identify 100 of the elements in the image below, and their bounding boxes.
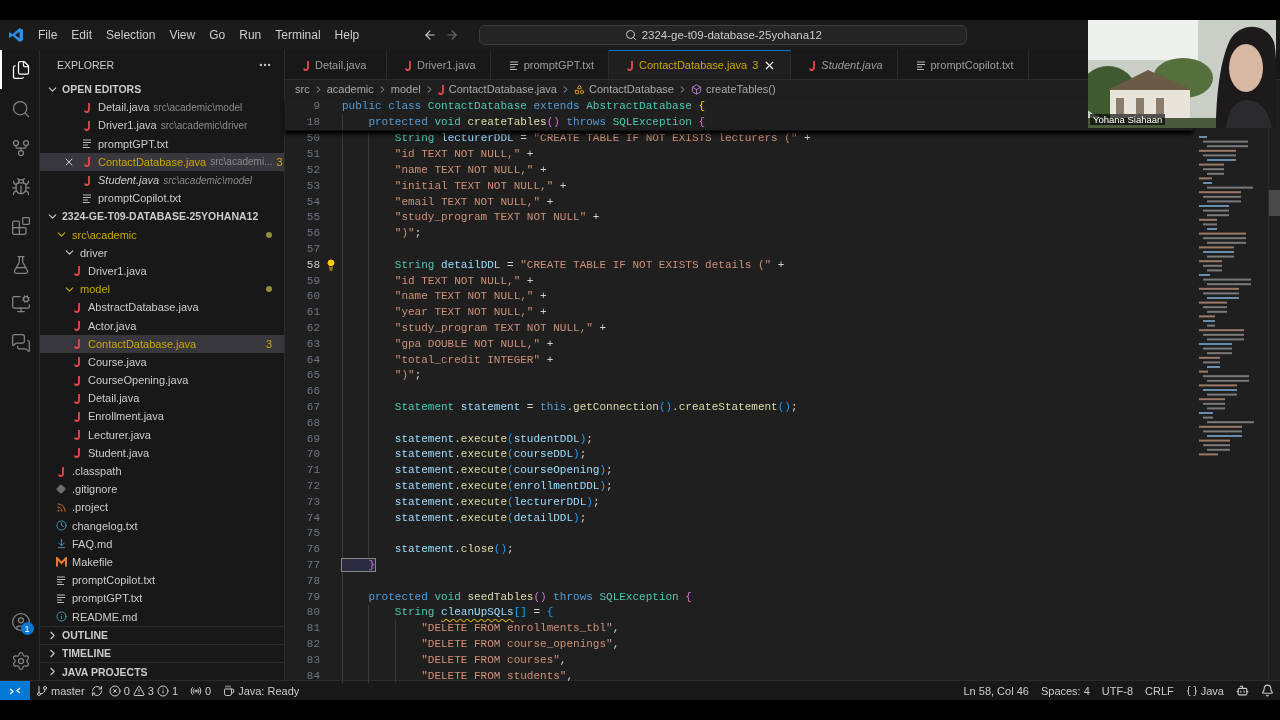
java-status[interactable]: Java: Ready: [217, 684, 306, 697]
sync-icon[interactable]: [90, 684, 103, 697]
code-line: "DELETE FROM enrollments_tbl",: [420, 622, 620, 635]
menu-item[interactable]: Terminal: [269, 25, 327, 45]
tree-item[interactable]: .classpath: [40, 461, 284, 481]
java-file-icon: [627, 59, 634, 71]
line-number: 61: [305, 306, 320, 319]
open-editor-item[interactable]: ContactDatabase.java src\academi... 3: [40, 152, 284, 171]
breadcrumb-item[interactable]: ContactDatabase.java: [437, 83, 557, 95]
section-header[interactable]: OUTLINE: [40, 625, 284, 644]
tree-item[interactable]: model: [40, 280, 284, 299]
class-icon: [573, 83, 585, 95]
copilot-icon[interactable]: [1236, 684, 1249, 697]
code-line: Statement statement = this.getConnection().createStatement();: [393, 401, 798, 414]
line-number: 55: [305, 211, 320, 224]
code-line: statement.execute(detailDDL);: [393, 511, 587, 524]
tree-item[interactable]: changelog.txt: [40, 516, 284, 535]
cursor-position[interactable]: Ln 58, Col 46: [957, 684, 1035, 697]
branch-status[interactable]: master: [30, 684, 91, 697]
tree-item[interactable]: Detail.java: [40, 389, 284, 408]
breadcrumb-item[interactable]: createTables(): [690, 83, 776, 95]
breadcrumb-item[interactable]: model: [390, 83, 421, 95]
code-line: String lecturerDDL = "CREATE TABLE IF NOT EXISTS lecturers (" +: [393, 132, 811, 145]
code-line: statement.execute(lecturerDDL);: [393, 495, 600, 508]
tree-item[interactable]: .gitignore: [40, 480, 284, 499]
open-editor-item[interactable]: promptGPT.txt: [40, 134, 284, 153]
tree-item[interactable]: src\academic: [40, 225, 284, 244]
line-number: 71: [305, 464, 320, 477]
tree-item[interactable]: README.md: [40, 607, 284, 626]
clock-icon: [55, 520, 67, 532]
java-file-icon: [73, 429, 81, 441]
forward-arrow-icon[interactable]: [445, 28, 460, 42]
menu-item[interactable]: View: [163, 25, 202, 45]
line-number: 84: [305, 669, 320, 682]
back-arrow-icon[interactable]: [423, 28, 438, 42]
indentation-status[interactable]: Spaces: 4: [1034, 684, 1096, 697]
code-line: "total_credit INTEGER" +: [393, 353, 554, 366]
code-line: "DELETE FROM students",: [420, 669, 574, 682]
section-header[interactable]: TIMELINE: [40, 643, 284, 662]
code-line: "DELETE FROM courses",: [420, 653, 567, 666]
text-file-icon: [56, 575, 66, 585]
warning-count: 3: [147, 684, 154, 697]
code-line: String cleanUpSQLs[] = {: [393, 606, 554, 619]
tree-item[interactable]: .project: [40, 498, 284, 517]
text-file-icon: [82, 193, 92, 203]
open-editor-item[interactable]: Driver1.java src\academic\driver: [40, 116, 284, 135]
editor-tab[interactable]: ContactDatabase.java 3: [609, 50, 792, 79]
menu-item[interactable]: File: [32, 25, 64, 45]
open-editor-item[interactable]: Detail.java src\academic\model: [40, 98, 284, 117]
java-file-icon: [83, 156, 91, 168]
ports-status[interactable]: 0: [184, 684, 218, 697]
code-line: "email TEXT NOT NULL," +: [393, 195, 554, 208]
code-line: statement.execute(studentDDL);: [393, 432, 593, 445]
tree-item[interactable]: CourseOpening.java: [40, 371, 284, 390]
menu-item[interactable]: Selection: [100, 25, 162, 45]
tree-item[interactable]: promptGPT.txt: [40, 589, 284, 608]
tree-item[interactable]: Lecturer.java: [40, 425, 284, 444]
problems-status[interactable]: 0 3 1: [102, 684, 184, 697]
command-search-field[interactable]: 2324-ge-t09-database-25yohana12: [479, 25, 968, 45]
line-number: 58: [305, 258, 320, 271]
menu-item[interactable]: Help: [328, 25, 366, 45]
line-number: 83: [305, 653, 320, 666]
open-editor-item[interactable]: promptCopilot.txt: [40, 189, 284, 208]
java-file-icon: [73, 392, 81, 404]
breadcrumb-item[interactable]: academic: [326, 83, 374, 95]
account-button[interactable]: 1: [0, 602, 40, 641]
tree-item[interactable]: Actor.java: [40, 316, 284, 335]
section-header[interactable]: OPEN EDITORS: [40, 80, 284, 99]
tree-item[interactable]: Makefile: [40, 552, 284, 572]
menu-item[interactable]: Go: [203, 25, 232, 45]
app-logo: [8, 27, 24, 43]
code-line: "id TEXT NOT NULL," +: [393, 148, 534, 161]
menu-item[interactable]: Edit: [65, 25, 99, 45]
scrollbar-thumb[interactable]: [1269, 190, 1280, 216]
tree-item[interactable]: FAQ.md: [40, 534, 284, 553]
line-number: 78: [305, 574, 320, 587]
line-ending-status[interactable]: CRLF: [1139, 684, 1180, 697]
encoding-status[interactable]: UTF-8: [1095, 684, 1139, 697]
tree-item[interactable]: Student.java: [40, 443, 284, 462]
open-editor-item[interactable]: Student.java src\academic\model: [40, 170, 284, 190]
java-file-icon: [83, 174, 91, 186]
remote-button[interactable]: [0, 681, 30, 700]
tree-item[interactable]: promptCopilot.txt: [40, 571, 284, 590]
tree-item[interactable]: AbstractDatabase.java: [40, 298, 284, 317]
section-header[interactable]: 2324-GE-T09-DATABASE-25YOHANA12: [40, 207, 284, 226]
breadcrumb-item[interactable]: src: [295, 83, 310, 95]
menu-item[interactable]: Run: [233, 25, 268, 45]
info-icon: [156, 684, 169, 697]
tree-item[interactable]: Enrollment.java: [40, 407, 284, 426]
bell-icon[interactable]: [1261, 684, 1274, 697]
tree-item[interactable]: driver: [40, 243, 284, 262]
code-line: ")";: [393, 227, 422, 240]
language-status[interactable]: Java: [1179, 684, 1230, 697]
tree-item[interactable]: ContactDatabase.java 3: [40, 334, 284, 353]
breadcrumb-item[interactable]: ContactDatabase: [573, 83, 674, 95]
info-count: 1: [171, 684, 178, 697]
tree-item[interactable]: Course.java: [40, 352, 284, 371]
java-file-icon: [57, 465, 65, 477]
tree-item[interactable]: Driver1.java: [40, 261, 284, 281]
error-count: 0: [123, 684, 130, 697]
